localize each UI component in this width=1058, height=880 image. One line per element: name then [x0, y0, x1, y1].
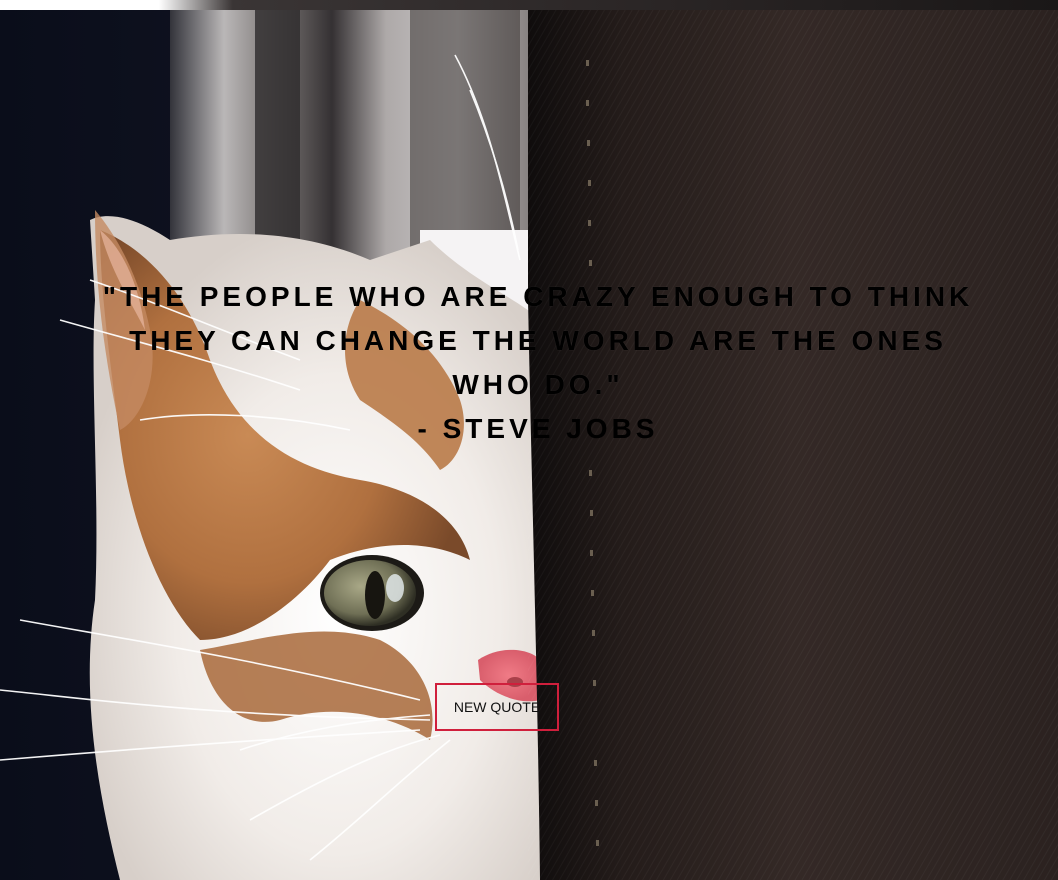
page-stage: "The people who are crazy enough to thin… — [0, 0, 1058, 880]
top-strip — [0, 0, 1058, 10]
quote-box: "The people who are crazy enough to thin… — [100, 275, 976, 451]
quote-text: "The people who are crazy enough to thin… — [102, 281, 974, 400]
quote-author: - Steve Jobs — [417, 413, 659, 444]
new-quote-button[interactable]: New Quote — [435, 683, 559, 731]
